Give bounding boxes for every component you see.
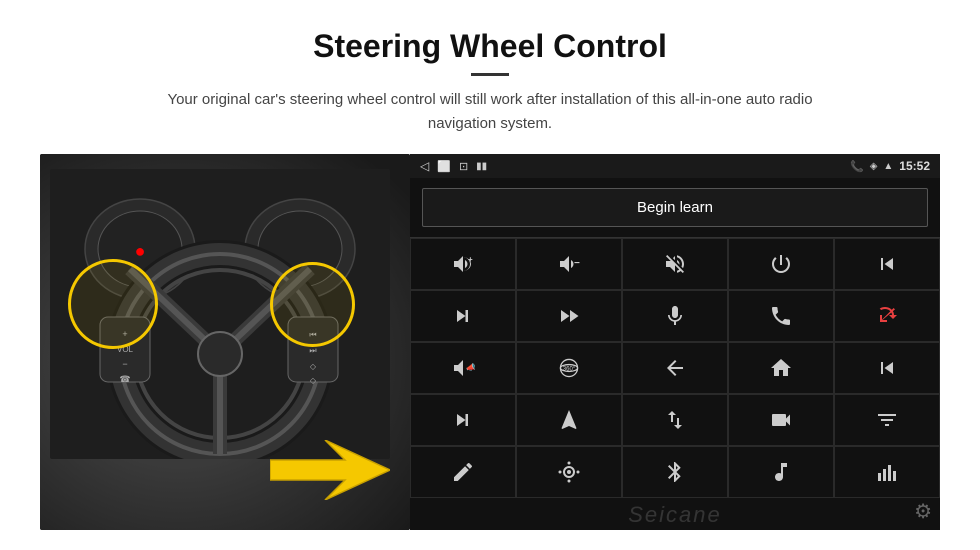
android-screen: ◁ ⬜ ⊡ ▮▮ 📞 ◈ ▲ 15:52 Begin learn bbox=[410, 154, 940, 530]
next-track-cell[interactable] bbox=[410, 290, 516, 342]
signal-icon: ▮▮ bbox=[476, 161, 487, 172]
navigation-cell[interactable] bbox=[516, 394, 622, 446]
skip-back-cell[interactable] bbox=[834, 342, 940, 394]
svg-text:−: − bbox=[574, 258, 580, 269]
vol-mute-cell[interactable] bbox=[622, 238, 728, 290]
content-area: ● bbox=[40, 154, 940, 530]
swap-cell[interactable] bbox=[622, 394, 728, 446]
music-cell[interactable] bbox=[728, 446, 834, 498]
power-cell[interactable] bbox=[728, 238, 834, 290]
location-status-icon: ◈ bbox=[870, 161, 878, 172]
svg-text:📣: 📣 bbox=[466, 363, 475, 372]
bluetooth-cell[interactable] bbox=[622, 446, 728, 498]
watermark: Seicane bbox=[410, 498, 940, 530]
status-right: 📞 ◈ ▲ 15:52 bbox=[850, 159, 930, 173]
begin-learn-row: Begin learn bbox=[410, 178, 940, 237]
mic-cell[interactable] bbox=[622, 290, 728, 342]
highlight-circle-left bbox=[68, 259, 158, 349]
svg-text:⏭: ⏭ bbox=[309, 346, 316, 355]
settings-dot-cell[interactable] bbox=[516, 446, 622, 498]
equalizer-cell[interactable] bbox=[834, 394, 940, 446]
back-nav-icon[interactable]: ◁ bbox=[420, 159, 429, 173]
vol-up-cell[interactable]: + bbox=[410, 238, 516, 290]
highlight-circle-right bbox=[270, 262, 355, 347]
svg-text:☎: ☎ bbox=[119, 374, 130, 384]
fast-forward-cell[interactable] bbox=[516, 290, 622, 342]
page-container: Steering Wheel Control Your original car… bbox=[0, 0, 980, 550]
back-cell[interactable] bbox=[622, 342, 728, 394]
home-nav-icon[interactable]: ⬜ bbox=[437, 160, 451, 173]
title-section: Steering Wheel Control Your original car… bbox=[40, 28, 940, 136]
svg-text:360°: 360° bbox=[563, 367, 576, 373]
recents-nav-icon[interactable]: ⊡ bbox=[459, 160, 468, 173]
vol-down-cell[interactable]: − bbox=[516, 238, 622, 290]
svg-text:◇: ◇ bbox=[310, 376, 317, 385]
horn-cell[interactable]: 📣 bbox=[410, 342, 516, 394]
home-cell[interactable] bbox=[728, 342, 834, 394]
svg-text:●: ● bbox=[135, 241, 146, 261]
control-icon-grid: + − bbox=[410, 237, 940, 498]
svg-text:−: − bbox=[122, 359, 127, 369]
steering-wheel-image: ● bbox=[40, 154, 410, 530]
pen-cell[interactable] bbox=[410, 446, 516, 498]
subtitle: Your original car's steering wheel contr… bbox=[140, 88, 840, 136]
prev-track-cell[interactable] bbox=[834, 238, 940, 290]
camera-cell[interactable] bbox=[728, 394, 834, 446]
360-view-cell[interactable]: 360° bbox=[516, 342, 622, 394]
svg-text:+: + bbox=[468, 255, 473, 264]
svg-text:◇: ◇ bbox=[310, 362, 317, 371]
settings-gear-icon[interactable]: ⚙ bbox=[914, 499, 932, 524]
phone-end-cell[interactable] bbox=[834, 290, 940, 342]
status-bar: ◁ ⬜ ⊡ ▮▮ 📞 ◈ ▲ 15:52 bbox=[410, 154, 940, 178]
audio-bars-cell[interactable] bbox=[834, 446, 940, 498]
phone-call-cell[interactable] bbox=[728, 290, 834, 342]
yellow-arrow bbox=[270, 440, 390, 500]
page-title: Steering Wheel Control bbox=[40, 28, 940, 65]
begin-learn-button[interactable]: Begin learn bbox=[422, 188, 928, 227]
clock: 15:52 bbox=[899, 159, 930, 173]
status-left: ◁ ⬜ ⊡ ▮▮ bbox=[420, 159, 487, 173]
title-divider bbox=[471, 73, 509, 76]
phone-status-icon: 📞 bbox=[850, 160, 864, 173]
skip-forward-cell[interactable] bbox=[410, 394, 516, 446]
wifi-status-icon: ▲ bbox=[883, 161, 893, 172]
